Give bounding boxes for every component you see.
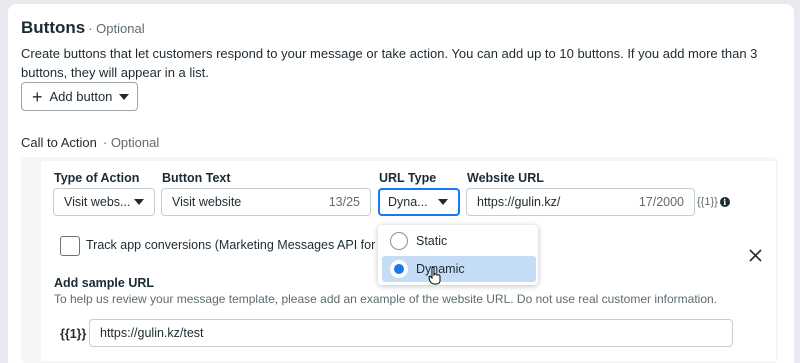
website-url-count: 17/2000 [638,195,684,209]
button-text-count: 13/25 [328,195,360,209]
type-of-action-label: Type of Action [54,171,140,185]
sample-url-input[interactable]: https://gulin.kz/test [89,319,733,347]
chevron-down-icon [134,199,144,205]
radio-icon [390,260,408,278]
buttons-header: Buttons · Optional [21,18,145,38]
info-icon[interactable]: i [719,197,730,207]
chevron-down-icon [438,199,448,205]
url-type-label: URL Type [379,171,437,185]
url-variable-suffix: {{1}} i [697,196,730,208]
url-type-dropdown: Static Dynamic [378,225,538,285]
add-button-label: Add button [49,89,113,104]
website-url-value: https://gulin.kz/ [477,195,561,209]
sample-url-value: https://gulin.kz/test [100,326,204,340]
radio-icon [390,232,408,250]
section-description: Create buttons that let customers respon… [21,46,758,80]
pointer-cursor-icon [428,267,441,285]
sample-url-title: Add sample URL [54,276,155,290]
type-of-action-select[interactable]: Visit webs... [53,188,155,216]
optional-tag: · Optional [88,21,145,36]
cta-optional-tag: · Optional [102,135,160,150]
add-button[interactable]: + Add button [21,82,138,111]
cta-label: Call to Action [21,135,97,150]
url-type-option-static[interactable]: Static [382,228,536,254]
button-text-input[interactable]: Visit website 13/25 [161,188,371,216]
section-title: Buttons [21,18,86,37]
plus-icon: + [32,86,43,107]
cta-header: Call to Action · Optional [21,135,159,150]
website-url-input[interactable]: https://gulin.kz/ 17/2000 [466,188,695,216]
button-text-label: Button Text [162,171,231,185]
button-text-value: Visit website [172,195,242,209]
url-variable: {{1}} [697,196,718,208]
website-url-label: Website URL [467,171,544,185]
chevron-down-icon [119,93,130,100]
track-conversions-checkbox[interactable] [60,236,80,256]
track-conversions-label: Track app conversions (Marketing Message… [86,238,380,252]
close-icon[interactable] [748,248,763,263]
option-label: Static [416,234,448,248]
sample-url-description: To help us review your message template,… [54,292,718,306]
url-type-option-dynamic[interactable]: Dynamic [382,256,536,282]
url-type-value: Dyna... [388,195,428,209]
type-of-action-value: Visit webs... [64,195,131,209]
url-type-select[interactable]: Dyna... [378,188,460,216]
sample-variable-label: {{1}} [60,327,87,341]
